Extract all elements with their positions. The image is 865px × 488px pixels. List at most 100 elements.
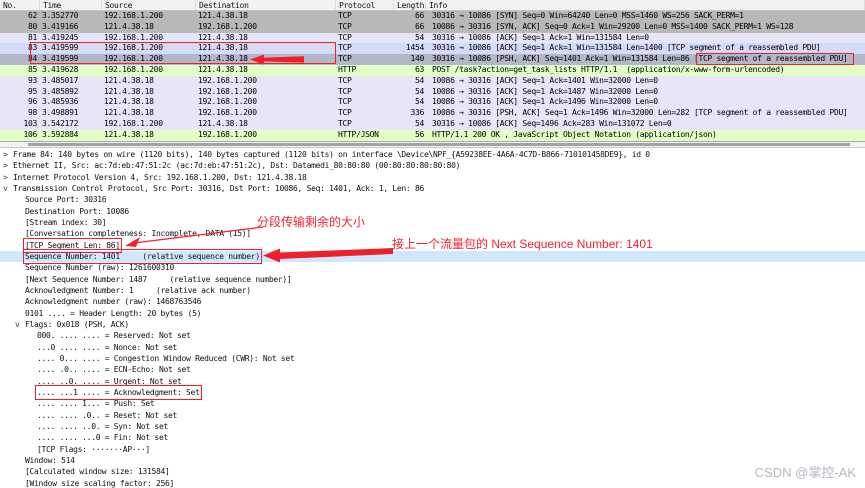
- detail-line[interactable]: Sequence Number (raw): 1261600310: [0, 262, 865, 273]
- detail-line[interactable]: > Internet Protocol Version 4, Src: 192.…: [0, 172, 865, 183]
- detail-text: Sequence Number: 1401 (relative sequence…: [23, 248, 262, 265]
- horizontal-scrollbar[interactable]: [0, 141, 865, 148]
- expand-icon[interactable]: >: [3, 160, 13, 171]
- packet-source: 121.4.38.18: [104, 129, 154, 139]
- detail-text: Sequence Number (raw): 1261600310: [25, 263, 175, 273]
- packet-row[interactable]: 93 3.485017 121.4.38.18 192.168.1.200 TC…: [0, 75, 865, 87]
- packet-length: 54: [414, 32, 424, 42]
- annotation-seq-number-note: 接上一个流量包的 Next Sequence Number: 1401: [392, 237, 653, 251]
- detail-line[interactable]: Source Port: 30316: [0, 194, 865, 205]
- packet-no: 85: [27, 64, 37, 74]
- column-header[interactable]: Time: [40, 0, 102, 10]
- packet-length: 66: [414, 21, 424, 31]
- detail-line[interactable]: v Transmission Control Protocol, Src Por…: [0, 183, 865, 194]
- detail-line[interactable]: .... .... ...0 = Fin: Not set: [0, 432, 865, 443]
- detail-line[interactable]: 000. .... .... = Reserved: Not set: [0, 330, 865, 341]
- packet-row[interactable]: 106 3.592884 121.4.38.18 192.168.1.200 H…: [0, 129, 865, 141]
- packet-info: POST /task?action=get_task_lists HTTP/1.…: [432, 64, 785, 74]
- column-header[interactable]: Length: [394, 0, 426, 10]
- annotation-segment-size-note: 分段传输剩余的大小: [257, 215, 366, 229]
- expand-icon[interactable]: >: [3, 149, 13, 160]
- detail-text: .... .... .0.. = Reset: Not set: [37, 410, 178, 420]
- packet-length: 56: [414, 129, 424, 139]
- detail-line[interactable]: [TCP Flags: ·······AP···]: [0, 444, 865, 455]
- packet-info: 30316 → 10086 [ACK] Seq=1496 Ack=283 Win…: [432, 118, 672, 128]
- packet-source: 121.4.38.18: [104, 21, 154, 31]
- detail-line[interactable]: .... .... .0.. = Reset: Not set: [0, 410, 865, 421]
- packet-protocol: TCP: [338, 54, 352, 64]
- expand-icon[interactable]: v: [15, 319, 25, 330]
- packet-source: 121.4.38.18: [104, 75, 154, 85]
- packet-source: 121.4.38.18: [104, 97, 154, 107]
- detail-text: .... .... ...0 = Fin: Not set: [37, 433, 168, 443]
- detail-line[interactable]: Sequence Number: 1401 (relative sequence…: [0, 248, 865, 265]
- packet-protocol: HTTP: [338, 64, 357, 74]
- packet-info: 30316 → 10086 [ACK] Seq=1 Ack=1 Win=1315…: [432, 32, 649, 42]
- packet-destination: 192.168.1.200: [198, 86, 257, 96]
- expand-icon[interactable]: >: [3, 172, 13, 183]
- packet-time: 3.419166: [42, 21, 79, 31]
- detail-line[interactable]: .... ..0. .... = Urgent: Not set: [0, 376, 865, 387]
- detail-line[interactable]: [Window size scaling factor: 256]: [0, 478, 865, 488]
- detail-text: [TCP Segment Len: 86]: [23, 237, 122, 254]
- packet-protocol: TCP: [338, 32, 352, 42]
- detail-text: .... .0.. .... = ECN-Echo: Not set: [37, 365, 191, 375]
- packet-length: 1454: [405, 43, 424, 53]
- detail-line[interactable]: .... ...1 .... = Acknowledgment: Set: [0, 384, 865, 401]
- packet-protocol: TCP: [338, 75, 352, 85]
- packet-info: 10086 → 30316 [SYN, ACK] Seq=0 Ack=1 Win…: [432, 21, 794, 31]
- detail-text: .... ...1 .... = Acknowledgment: Set: [35, 384, 202, 401]
- detail-line[interactable]: > Ethernet II, Src: ac:7d:eb:47:51:2c (a…: [0, 160, 865, 171]
- packet-row[interactable]: 95 3.485892 121.4.38.18 192.168.1.200 TC…: [0, 86, 865, 98]
- detail-line[interactable]: .... .0.. .... = ECN-Echo: Not set: [0, 364, 865, 375]
- packet-no: 98: [27, 108, 37, 118]
- packet-row[interactable]: 103 3.542172 192.168.1.200 121.4.38.18 T…: [0, 118, 865, 130]
- packet-length: 336: [410, 108, 424, 118]
- detail-line[interactable]: ...0 .... .... = Nonce: Not set: [0, 342, 865, 353]
- detail-text: [Calculated window size: 131584]: [25, 467, 170, 477]
- packet-destination: 121.4.38.18: [198, 118, 248, 128]
- packet-row[interactable]: 85 3.419628 192.168.1.200 121.4.38.18 HT…: [0, 64, 865, 76]
- column-header[interactable]: Source: [102, 0, 196, 10]
- detail-line[interactable]: [Calculated window size: 131584]: [0, 466, 865, 477]
- column-header[interactable]: Info: [426, 0, 865, 10]
- packet-time: 3.485936: [42, 97, 79, 107]
- detail-text: Flags: 0x018 (PSH, ACK): [25, 319, 129, 329]
- packet-destination: 192.168.1.200: [198, 21, 257, 31]
- packet-no: 96: [27, 97, 37, 107]
- packet-length: 54: [414, 75, 424, 85]
- packet-info: 30316 → 10086 [SYN] Seq=0 Win=64240 Len=…: [432, 11, 744, 20]
- packet-row[interactable]: 62 3.352770 192.168.1.200 121.4.38.18 TC…: [0, 11, 865, 22]
- detail-line[interactable]: [Next Sequence Number: 1487 (relative se…: [0, 274, 865, 285]
- column-header[interactable]: Destination: [196, 0, 336, 10]
- detail-line[interactable]: .... 0... .... = Congestion Window Reduc…: [0, 353, 865, 364]
- detail-line[interactable]: 0101 .... = Header Length: 20 bytes (5): [0, 308, 865, 319]
- column-header[interactable]: No.: [0, 0, 40, 10]
- detail-line[interactable]: Acknowledgment Number: 1 (relative ack n…: [0, 285, 865, 296]
- expand-icon[interactable]: v: [3, 183, 13, 194]
- detail-line[interactable]: .... .... 1... = Push: Set: [0, 398, 865, 409]
- packet-no: 106: [23, 129, 37, 139]
- detail-text: Transmission Control Protocol, Src Port:…: [13, 183, 424, 193]
- detail-line[interactable]: Acknowledgment number (raw): 1468763546: [0, 296, 865, 307]
- packet-destination: 121.4.38.18: [198, 64, 248, 74]
- detail-line[interactable]: .... .... ..0. = Syn: Not set: [0, 421, 865, 432]
- column-header[interactable]: Protocol: [336, 0, 394, 10]
- packet-protocol: TCP: [338, 21, 352, 31]
- packet-row[interactable]: 98 3.498891 121.4.38.18 192.168.1.200 TC…: [0, 108, 865, 119]
- packet-row[interactable]: 96 3.485936 121.4.38.18 192.168.1.200 TC…: [0, 97, 865, 109]
- detail-text: Acknowledgment Number: 1 (relative ack n…: [25, 285, 251, 295]
- detail-line[interactable]: Window: 514: [0, 455, 865, 466]
- detail-text: Ethernet II, Src: ac:7d:eb:47:51:2c (ac:…: [13, 161, 461, 171]
- detail-line[interactable]: v Flags: 0x018 (PSH, ACK): [0, 319, 865, 330]
- packet-row[interactable]: 80 3.419166 121.4.38.18 192.168.1.200 TC…: [0, 21, 865, 33]
- detail-line[interactable]: Destination Port: 10086: [0, 206, 865, 217]
- packet-info: 10086 → 30316 [ACK] Seq=1 Ack=1487 Win=3…: [432, 86, 658, 96]
- scrollbar-thumb-icon[interactable]: [28, 143, 850, 146]
- packet-length: 54: [414, 118, 424, 128]
- packet-source: 192.168.1.200: [104, 64, 163, 74]
- packet-info: 10086 → 30316 [ACK] Seq=1 Ack=1401 Win=3…: [432, 75, 658, 85]
- packet-protocol: TCP: [338, 118, 352, 128]
- red-arrow-left-icon: [250, 54, 304, 65]
- detail-line[interactable]: > Frame 84: 140 bytes on wire (1120 bits…: [0, 149, 865, 160]
